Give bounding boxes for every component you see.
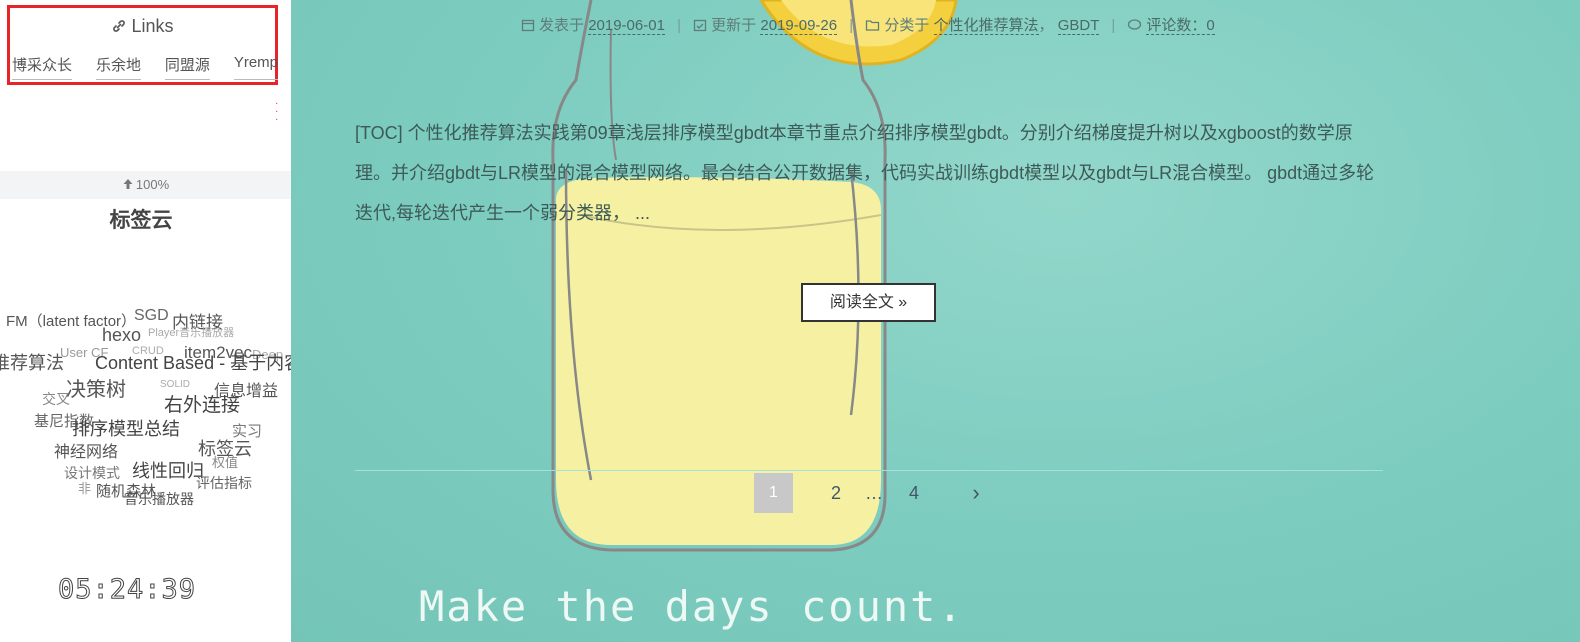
- tag[interactable]: 推荐算法: [0, 354, 64, 372]
- tag[interactable]: 非: [78, 482, 91, 495]
- read-more-button[interactable]: 阅读全文 »: [801, 283, 936, 322]
- edge-mark: · · ·: [275, 98, 279, 125]
- post-excerpt: [TOC] 个性化推荐算法实践第09章浅层排序模型gbdt本章节重点介绍排序模型…: [355, 123, 1375, 223]
- calendar-check-icon: [694, 19, 707, 32]
- next-page-button[interactable]: ›: [966, 473, 986, 513]
- tag[interactable]: 线性回归: [132, 462, 204, 480]
- tag[interactable]: SGD: [134, 308, 169, 324]
- tag[interactable]: Content Based - 基于内容: [95, 354, 291, 372]
- meta-separator: |: [677, 17, 681, 34]
- category-label: 分类于: [884, 17, 930, 34]
- tag[interactable]: 实习: [232, 424, 262, 439]
- link-item[interactable]: 博采众长: [12, 54, 73, 80]
- digital-clock: 05:24:39: [57, 574, 197, 606]
- tag[interactable]: 评估指标: [196, 476, 252, 490]
- tag-cloud: FM（latent factor） SGD 内链接 hexo Player音乐播…: [0, 300, 291, 520]
- reading-progress[interactable]: 100%: [0, 171, 291, 199]
- folder-icon: [866, 20, 880, 31]
- links-list: 博采众长 乐余地 同盟源 Yremp: [12, 54, 278, 80]
- divider: [355, 470, 1383, 471]
- tag[interactable]: 权值: [212, 456, 238, 469]
- calendar-icon: [521, 19, 535, 32]
- tag[interactable]: 排序模型总结: [72, 420, 180, 438]
- link-item[interactable]: 乐余地: [95, 54, 141, 80]
- sidebar: Links 博采众长 乐余地 同盟源 Yremp · · · 100% 标签云 FM…: [0, 0, 291, 642]
- category-link[interactable]: 个性化推荐算法: [933, 17, 1039, 35]
- background-motto: Make the days count.: [419, 582, 965, 631]
- tag[interactable]: 音乐播放器: [124, 492, 194, 506]
- links-widget: Links 博采众长 乐余地 同盟源 Yremp: [7, 5, 278, 85]
- tag[interactable]: 右外连接: [164, 396, 240, 415]
- comment-count[interactable]: 评论数：0: [1146, 17, 1215, 35]
- tag[interactable]: 设计模式: [64, 466, 120, 480]
- meta-separator: |: [1111, 17, 1116, 34]
- tag[interactable]: 神经网络: [54, 445, 118, 461]
- post-meta: 发表于 2019-06-01 | 更新于 2019-09-26 | 分类于 个性…: [521, 14, 1215, 35]
- published-label: 发表于: [539, 17, 585, 34]
- main-content: 发表于 2019-06-01 | 更新于 2019-09-26 | 分类于 个性…: [291, 0, 1580, 642]
- tag[interactable]: 交叉: [42, 392, 70, 406]
- link-item[interactable]: Yremp: [233, 54, 278, 80]
- meta-separator: |: [849, 17, 854, 34]
- category-link[interactable]: GBDT: [1057, 17, 1100, 35]
- page-link[interactable]: 4: [904, 473, 924, 513]
- tag[interactable]: Player音乐播放器: [148, 328, 234, 339]
- page-current: 1: [754, 473, 793, 513]
- page-ellipsis: …: [865, 483, 883, 503]
- published-date[interactable]: 2019-06-01: [588, 17, 665, 35]
- tagcloud-title: 标签云: [109, 209, 173, 232]
- tag[interactable]: 决策树: [66, 380, 126, 400]
- link-item[interactable]: 同盟源: [164, 54, 210, 80]
- comment-icon: [1128, 19, 1142, 30]
- links-title: Links: [10, 16, 275, 37]
- arrow-up-icon: [123, 179, 133, 189]
- updated-label: 更新于: [711, 17, 757, 34]
- page-link[interactable]: 2: [826, 473, 846, 513]
- tag[interactable]: SOLID: [160, 380, 190, 390]
- updated-date[interactable]: 2019-09-26: [760, 17, 838, 35]
- link-icon: [113, 20, 126, 32]
- tag[interactable]: hexo: [102, 326, 141, 344]
- category-comma: ，: [1038, 17, 1054, 34]
